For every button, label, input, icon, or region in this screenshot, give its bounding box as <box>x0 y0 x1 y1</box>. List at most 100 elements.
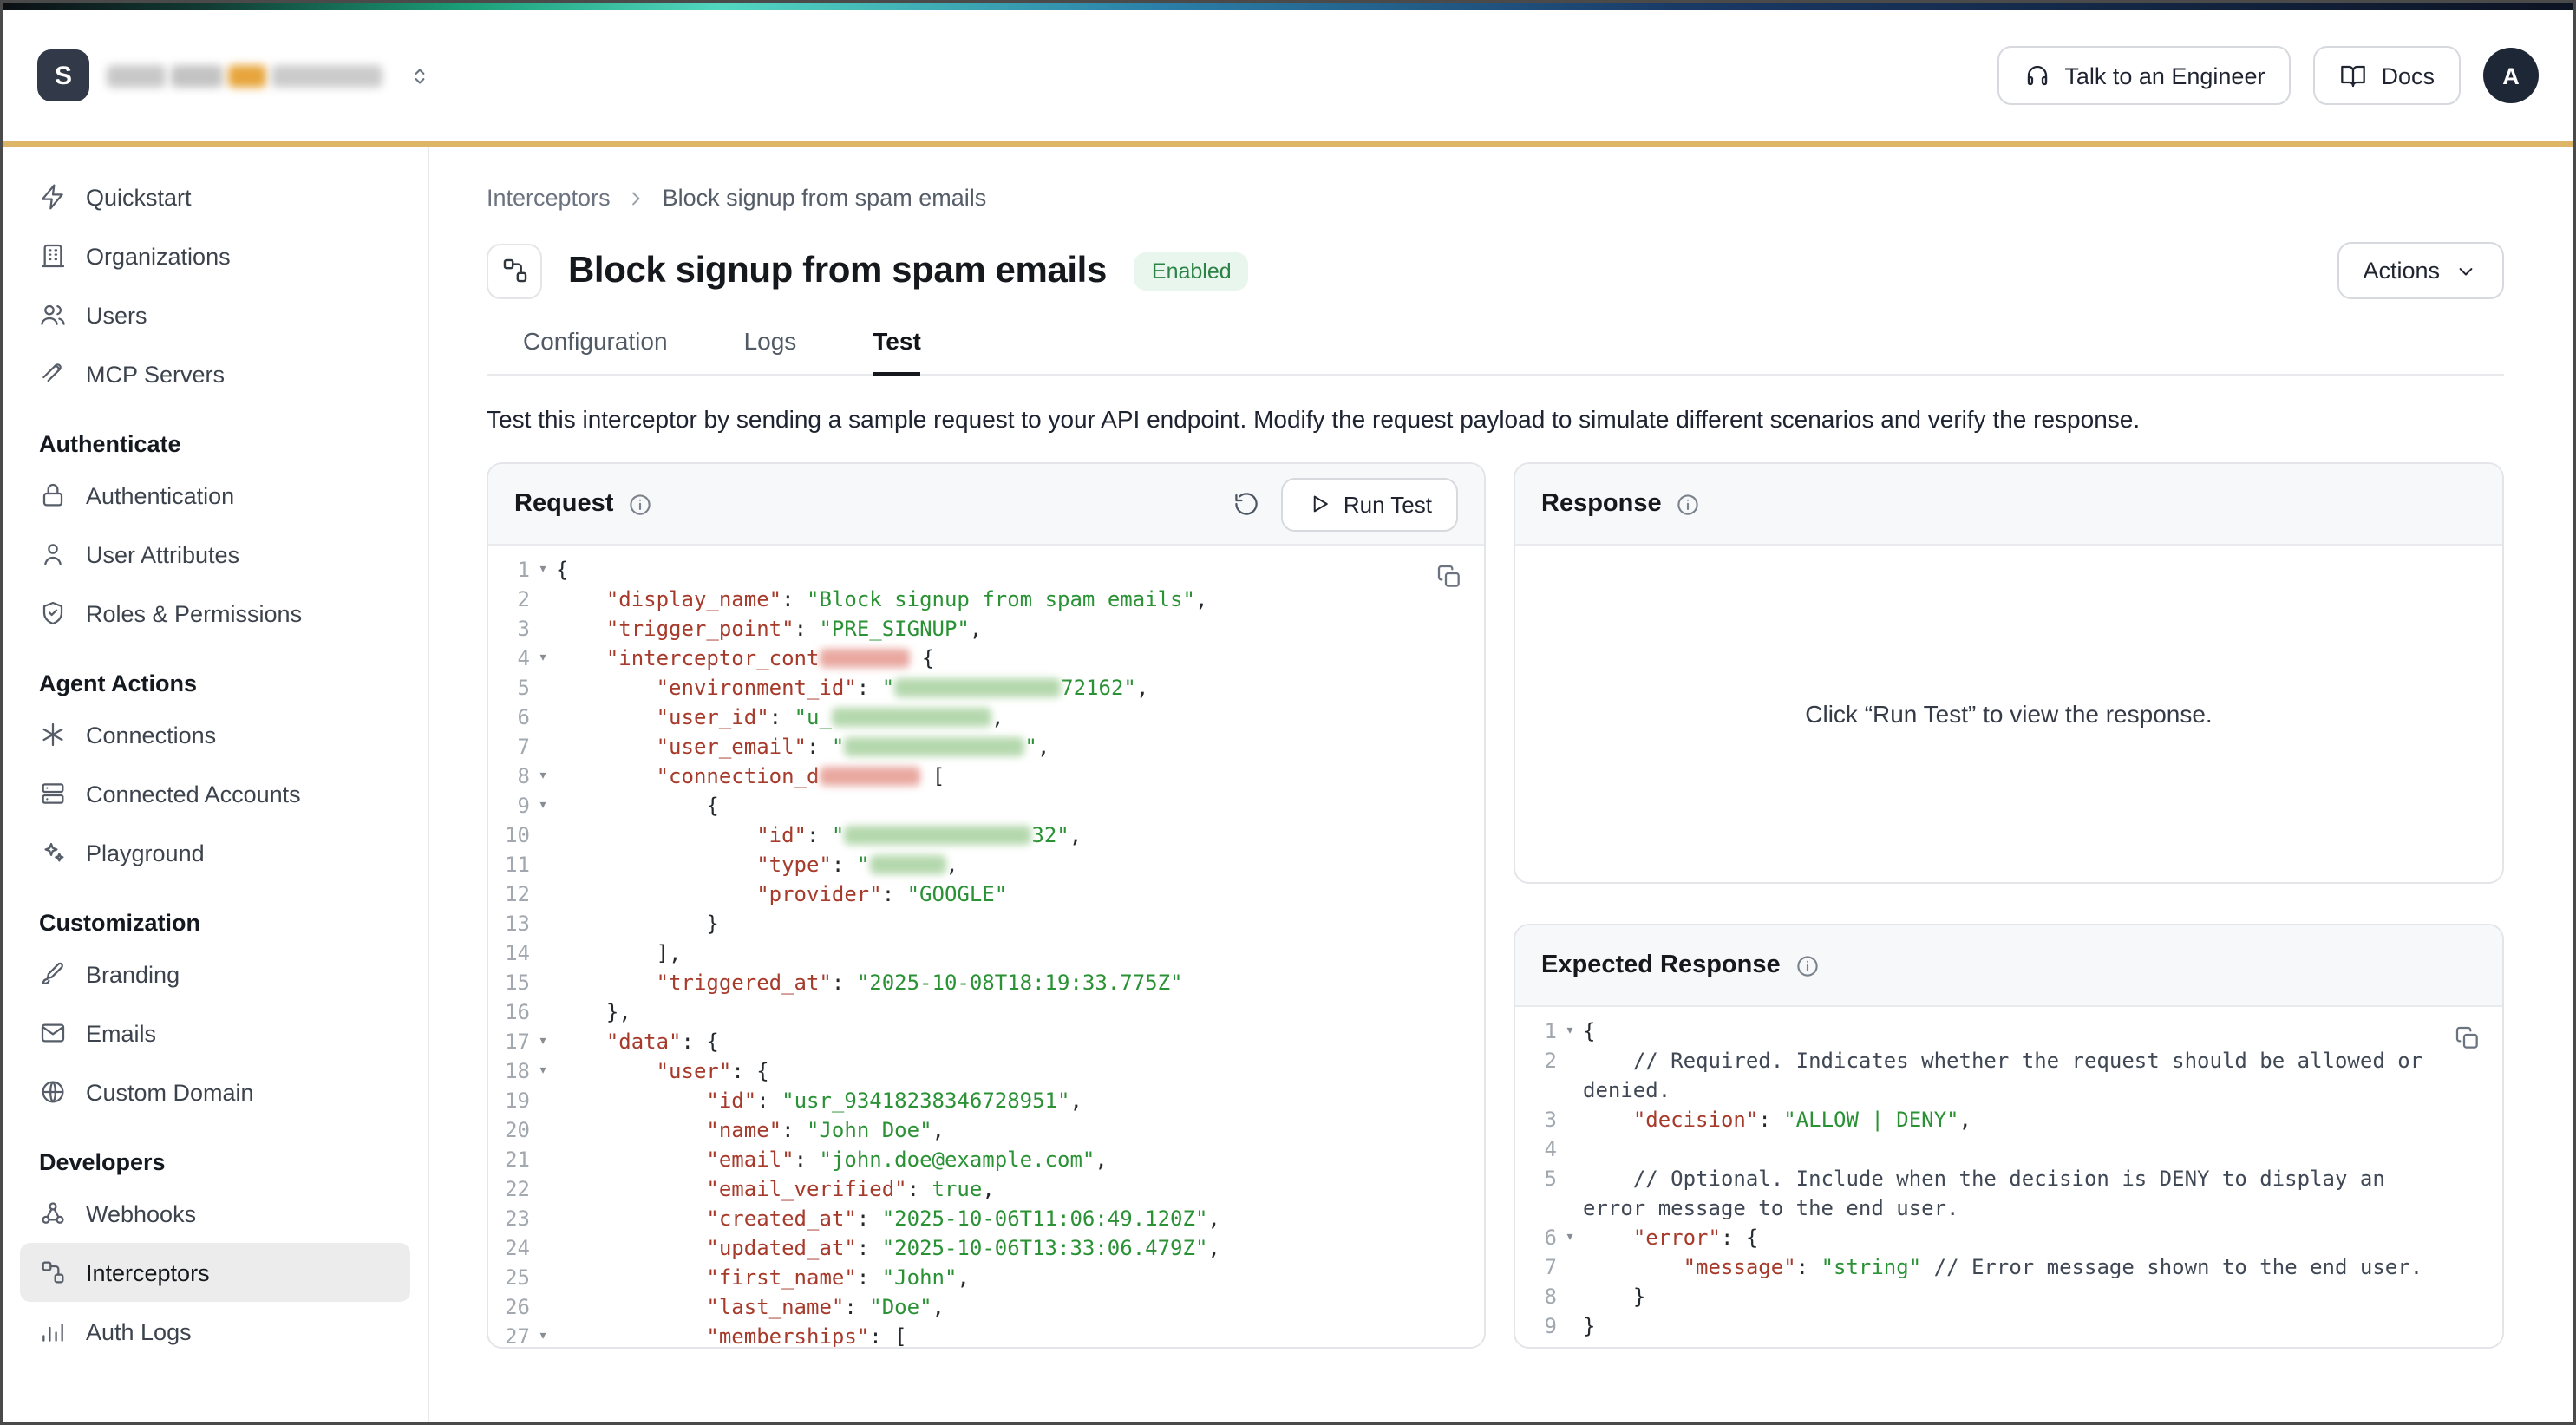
fold-arrow-icon[interactable]: ▾ <box>530 792 556 821</box>
sidebar-item-organizations[interactable]: Organizations <box>20 226 410 285</box>
lock-icon <box>39 481 67 509</box>
breadcrumb: Interceptors Block signup from spam emai… <box>487 185 2504 211</box>
line-number: 27 <box>488 1323 530 1347</box>
tab-configuration[interactable]: Configuration <box>523 327 668 374</box>
code-line: 17▾ "data": { <box>488 1028 1484 1057</box>
sidebar-item-emails[interactable]: Emails <box>20 1003 410 1062</box>
redacted-text <box>171 64 223 87</box>
sidebar-item-branding[interactable]: Branding <box>20 945 410 1003</box>
code-line: 15 "triggered_at": "2025-10-08T18:19:33.… <box>488 969 1484 998</box>
code-text: "trigger_point": "PRE_SIGNUP", <box>556 615 1484 644</box>
code-line: 9▾ { <box>488 792 1484 821</box>
sidebar-item-users[interactable]: Users <box>20 285 410 344</box>
docs-button[interactable]: Docs <box>2313 46 2461 105</box>
expected-code-editor[interactable]: 1▾{2 // Required. Indicates whether the … <box>1515 1007 2502 1347</box>
tab-test[interactable]: Test <box>873 327 921 374</box>
sidebar-item-custom-domain[interactable]: Custom Domain <box>20 1062 410 1121</box>
copy-icon[interactable] <box>1432 559 1467 599</box>
connections-icon <box>39 721 67 748</box>
sidebar-item-connections[interactable]: Connections <box>20 705 410 764</box>
code-line: 4▾ "interceptor_cont { <box>488 644 1484 674</box>
sidebar-item-label: Interceptors <box>86 1259 210 1285</box>
run-test-button[interactable]: Run Test <box>1281 477 1458 531</box>
sidebar-item-authentication[interactable]: Authentication <box>20 466 410 525</box>
redacted-text <box>869 855 945 874</box>
copy-icon[interactable] <box>2450 1021 2485 1061</box>
brush-icon <box>39 960 67 988</box>
fold-arrow-icon[interactable]: ▾ <box>530 556 556 585</box>
workspace-switcher-icon[interactable] <box>407 62 433 88</box>
redacted-text <box>819 649 909 668</box>
tab-logs[interactable]: Logs <box>744 327 797 374</box>
code-line: 27▾ "memberships": [ <box>488 1323 1484 1347</box>
code-line: 25 "first_name": "John", <box>488 1264 1484 1293</box>
line-number: 2 <box>488 585 530 615</box>
code-line: 21 "email": "john.doe@example.com", <box>488 1146 1484 1175</box>
avatar[interactable]: A <box>2483 48 2539 103</box>
info-icon[interactable] <box>1676 491 1702 517</box>
sidebar-item-auth-logs[interactable]: Auth Logs <box>20 1302 410 1361</box>
interceptor-icon <box>39 1258 67 1286</box>
request-code-editor[interactable]: 1▾{2 "display_name": "Block signup from … <box>488 546 1484 1347</box>
mcp-servers-icon <box>39 360 67 388</box>
globe-icon <box>39 1078 67 1106</box>
org-name-redacted[interactable] <box>107 64 382 87</box>
fold-arrow-icon[interactable]: ▾ <box>530 1057 556 1087</box>
sidebar-item-label: Organizations <box>86 243 231 269</box>
line-number: 1 <box>488 556 530 585</box>
info-icon[interactable] <box>627 491 653 517</box>
line-number: 7 <box>488 733 530 762</box>
code-line: 13 } <box>488 910 1484 939</box>
reset-request-icon[interactable] <box>1226 483 1267 525</box>
code-line: 2 // Required. Indicates whether the req… <box>1515 1047 2502 1106</box>
sidebar-item-playground[interactable]: Playground <box>20 823 410 882</box>
sidebar-item-interceptors[interactable]: Interceptors <box>20 1243 410 1302</box>
info-icon[interactable] <box>1795 952 1821 978</box>
line-number: 1 <box>1515 1017 1557 1047</box>
sidebar-item-roles-permissions[interactable]: Roles & Permissions <box>20 584 410 643</box>
sidebar-item-label: Authentication <box>86 482 234 508</box>
line-number: 5 <box>488 674 530 703</box>
docs-label: Docs <box>2381 62 2435 88</box>
fold-arrow-icon[interactable]: ▾ <box>530 644 556 674</box>
code-line: 3 "decision": "ALLOW | DENY", <box>1515 1106 2502 1135</box>
interceptor-icon <box>487 243 542 298</box>
code-line: 23 "created_at": "2025-10-06T11:06:49.12… <box>488 1205 1484 1234</box>
redacted-text <box>894 678 1061 697</box>
line-number: 18 <box>488 1057 530 1087</box>
fold-arrow-icon[interactable]: ▾ <box>530 1028 556 1057</box>
fold-arrow-icon[interactable]: ▾ <box>1557 1224 1583 1253</box>
line-number: 6 <box>488 703 530 733</box>
sidebar-item-webhooks[interactable]: Webhooks <box>20 1184 410 1243</box>
sidebar-item-label: Connected Accounts <box>86 781 301 807</box>
sidebar-item-quickstart[interactable]: Quickstart <box>20 167 410 226</box>
fold-arrow-icon[interactable]: ▾ <box>1557 1017 1583 1047</box>
redacted-text <box>819 767 919 786</box>
code-line: 7 "user_email": "", <box>488 733 1484 762</box>
talk-to-engineer-button[interactable]: Talk to an Engineer <box>1997 46 2291 105</box>
status-badge: Enabled <box>1134 252 1249 290</box>
code-text: "email_verified": true, <box>556 1175 1484 1205</box>
code-text: } <box>1583 1312 2502 1342</box>
code-text: "interceptor_cont { <box>556 644 1484 674</box>
sidebar-item-user-attributes[interactable]: User Attributes <box>20 525 410 584</box>
fold-arrow-icon[interactable]: ▾ <box>530 1323 556 1347</box>
sidebar-item-mcp-servers[interactable]: MCP Servers <box>20 344 410 403</box>
actions-label: Actions <box>2363 258 2440 284</box>
actions-button[interactable]: Actions <box>2337 242 2504 299</box>
code-text: "display_name": "Block signup from spam … <box>556 585 1484 615</box>
fold-arrow-icon[interactable]: ▾ <box>530 762 556 792</box>
talk-to-engineer-label: Talk to an Engineer <box>2064 62 2265 88</box>
breadcrumb-parent[interactable]: Interceptors <box>487 185 611 211</box>
book-icon <box>2339 62 2367 89</box>
redacted-text <box>271 64 382 87</box>
sidebar-item-label: Roles & Permissions <box>86 600 302 626</box>
workspace-logo: S <box>37 49 89 101</box>
code-text: "first_name": "John", <box>556 1264 1484 1293</box>
redacted-text <box>107 64 166 87</box>
sidebar-section-developers: Developers <box>20 1149 410 1175</box>
code-line: 7 "message": "string" // Error message s… <box>1515 1253 2502 1283</box>
logo-letter: S <box>55 61 72 90</box>
code-text: "id": "32", <box>556 821 1484 851</box>
sidebar-item-connected-accounts[interactable]: Connected Accounts <box>20 764 410 823</box>
